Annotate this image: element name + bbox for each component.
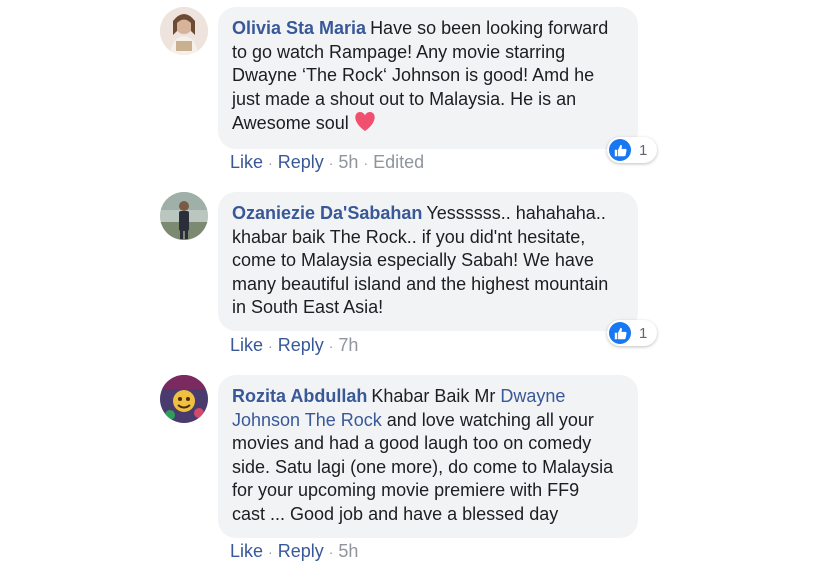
comment-text: Awesome soul [232,113,349,134]
comment-bubble: Rozita Abdullah Khabar Baik Mr Dwayne Joh… [218,375,638,538]
timestamp[interactable]: 7h [338,335,358,355]
comment-text: cast ... Good job and have a blessed day [232,503,559,524]
separator-dot: · [268,338,273,354]
author-name[interactable]: Rozita Abdullah [232,386,367,406]
separator-dot: · [328,155,334,171]
comment-text: khabar baik The Rock.. if you did'nt hes… [232,226,586,247]
comment-thread: Olivia Sta Maria Have so been looking for… [0,0,840,570]
author-name[interactable]: Ozaniezie Da'Sabahan [232,203,422,223]
like-link[interactable]: Like [230,335,263,355]
reply-link[interactable]: Reply [278,152,324,172]
reaction-count: 1 [639,324,648,342]
reaction-badge[interactable]: 1 [607,137,658,163]
comment-actions: Like · Reply · 5h · Edited [230,152,424,173]
comment-text: many beautiful island and the highest mo… [232,273,609,294]
separator-dot: · [268,155,273,171]
comment-actions: Like · Reply · 7h [230,335,358,356]
comment-text: and love watching all your [381,409,594,430]
comment-bubble: Ozaniezie Da'Sabahan Yessssss.. hahahaha.… [218,192,638,331]
author-name[interactable]: Olivia Sta Maria [232,18,366,38]
avatar[interactable] [160,7,208,55]
comment-text: Dwayne ‘The Rock‘ Johnson is good! Amd h… [232,65,595,86]
comment-text: Khabar Baik Mr [371,386,496,406]
comment-text: Yessssss.. hahahaha.. [426,203,606,223]
separator-dot: · [328,544,334,560]
reply-link[interactable]: Reply [278,335,324,355]
comment-text: in South East Asia! [232,297,384,318]
edited-label[interactable]: Edited [373,152,424,172]
comment-bubble: Olivia Sta Maria Have so been looking for… [218,7,638,149]
comment-text: for your upcoming movie premiere with FF… [232,480,580,501]
comment-text: movies and had a good laugh too on comed… [232,433,592,454]
comment-text: just made a shout out to Malaysia. He is… [232,88,577,109]
timestamp[interactable]: 5h [338,152,358,172]
reply-link[interactable]: Reply [278,541,324,561]
reaction-badge[interactable]: 1 [607,320,658,346]
comment-text: side. Satu lagi (one more), do come to M… [232,456,614,477]
comment-text: Have so been looking forward [370,18,609,38]
reaction-count: 1 [639,141,648,159]
avatar[interactable] [160,375,208,423]
comment-text: to go watch Rampage! Any movie starring [232,41,566,62]
comment-actions: Like · Reply · 5h [230,541,358,562]
like-link[interactable]: Like [230,152,263,172]
like-link[interactable]: Like [230,541,263,561]
timestamp[interactable]: 5h [338,541,358,561]
separator-dot: · [328,338,334,354]
mention-link[interactable]: Johnson The Rock [232,410,382,430]
comment-text: come to Malaysia especially Sabah! We ha… [232,250,594,271]
mention-link[interactable]: Dwayne [500,386,565,406]
separator-dot: · [268,544,273,560]
avatar[interactable] [160,192,208,240]
heart-icon [353,111,377,139]
like-thumb-icon [609,322,631,344]
separator-dot: · [363,155,369,171]
like-thumb-icon [609,139,631,161]
